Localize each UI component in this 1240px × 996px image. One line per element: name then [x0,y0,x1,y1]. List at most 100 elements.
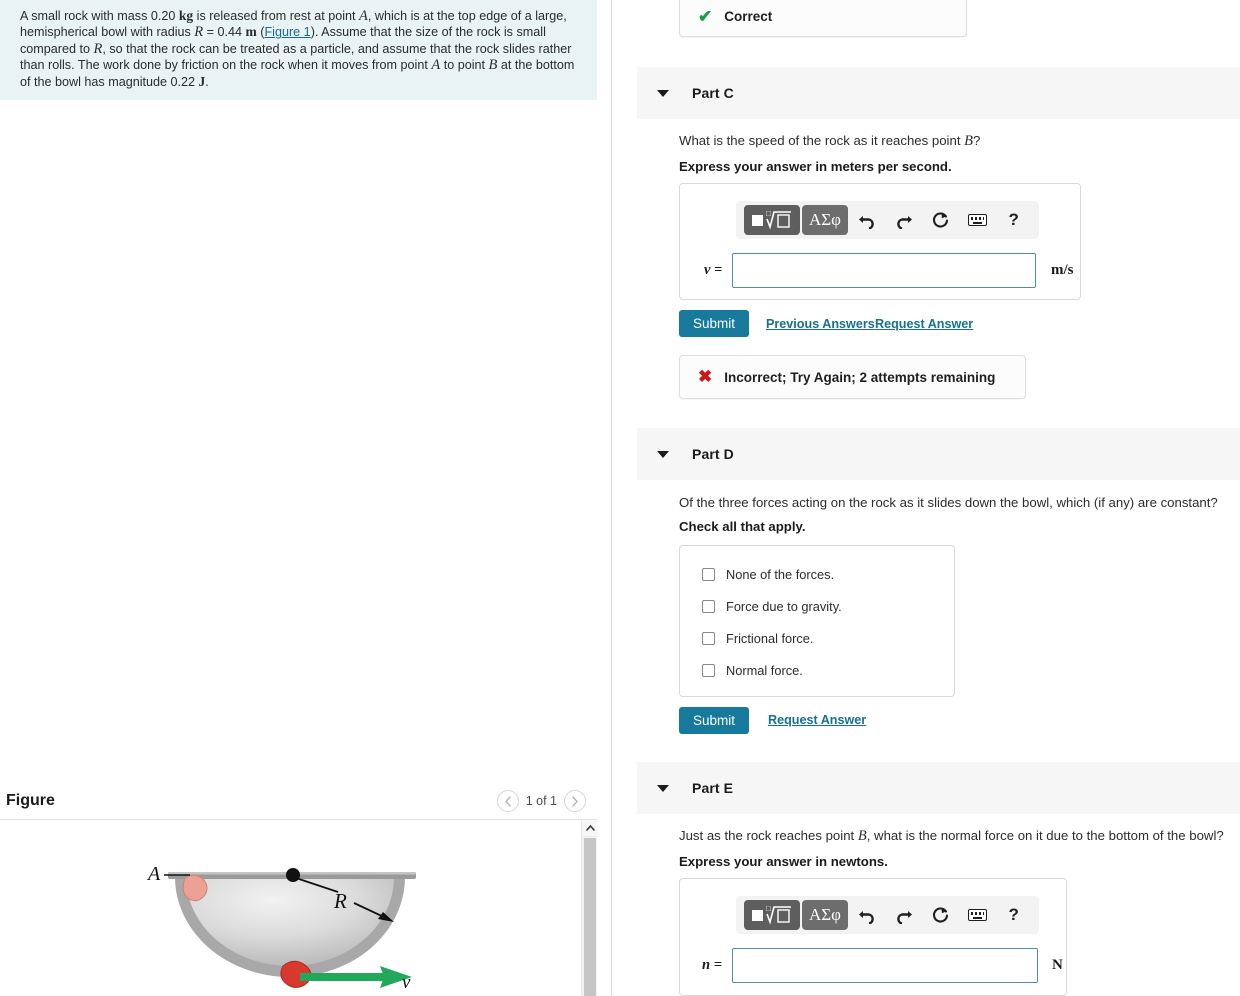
part-b-feedback: ✔ Correct [679,0,967,37]
part-c-unit-label: m/s [1051,262,1074,278]
part-c-feedback: ✖ Incorrect; Try Again; 2 attempts remai… [679,355,1026,399]
svg-text:□: □ [766,904,771,913]
part-d-label: Part D [692,446,734,462]
problem-text-segment: R [194,24,204,41]
part-c-answer-input[interactable] [732,253,1036,288]
part-d-request-answer-link[interactable]: Request Answer [768,713,866,727]
scroll-up-button[interactable] [582,820,598,837]
part-d-question: Of the three forces acting on the rock a… [679,495,1218,510]
checkbox-1[interactable] [702,567,715,581]
right-panel: ✔ Correct Part C What is the speed of th… [613,0,1240,996]
template-icon[interactable]: □ [744,900,800,930]
figure-counter: 1 of 1 [525,794,557,808]
part-e-label: Part E [692,780,734,796]
problem-text-segment: kg [178,8,194,23]
part-d-choice-list: None of the forces. Force due to gravity.… [680,546,954,686]
part-c-question: What is the speed of the rock as it reac… [679,133,981,149]
undo-icon[interactable] [850,900,885,930]
caret-down-icon [657,450,669,458]
template-glyph: □ [752,209,791,230]
part-d-choice-row[interactable]: None of the forces. [680,558,954,590]
page-root: A small rock with mass 0.20 kg is releas… [0,0,1240,996]
choice-label: Normal force. [726,662,803,678]
redo-icon[interactable] [887,900,922,930]
svg-text:A: A [146,863,161,885]
part-c-submit-button[interactable]: Submit [679,310,750,337]
part-d-submit-button[interactable]: Submit [679,707,750,734]
figure-next-button[interactable] [564,790,586,812]
part-e-instruction: Express your answer in newtons. [679,854,888,869]
part-e-header[interactable]: Part E [637,762,1240,814]
greek-symbols-button[interactable]: ΑΣφ [802,900,848,930]
undo-icon[interactable] [850,205,885,235]
svg-text:R: R [333,889,347,913]
problem-text-segment: A small rock with mass 0.20 [20,9,179,23]
caret-down-icon [657,89,669,97]
part-c-math-toolbar: □ ΑΣφ ? [736,201,1039,239]
problem-text-segment: A [359,8,368,24]
svg-text:v: v [402,972,411,993]
keyboard-icon[interactable] [960,900,995,930]
left-panel: A small rock with mass 0.20 kg is releas… [0,0,612,996]
choice-label: Force due to gravity. [726,598,842,614]
choice-label: Frictional force. [726,630,814,646]
problem-statement: A small rock with mass 0.20 kg is releas… [0,0,597,101]
part-c-label: Part C [692,85,734,101]
scrollbar-thumb[interactable] [584,838,596,996]
keyboard-icon[interactable] [960,205,995,235]
bowl-diagram: A R v [146,863,416,993]
redo-icon[interactable] [887,205,922,235]
figure-image: A R v [0,820,580,996]
part-c-instruction: Express your answer in meters per second… [679,159,952,174]
part-c-request-answer-link[interactable]: Request Answer [875,317,973,331]
chevron-up-icon [585,825,595,831]
figure-1-link[interactable]: Figure 1 [264,25,310,39]
checkbox-4[interactable] [702,663,715,677]
check-icon: ✔ [698,6,713,26]
problem-text-segment: to point [440,58,489,73]
part-e-math-toolbar: □ ΑΣφ ? [736,896,1039,934]
template-icon[interactable]: □ [744,205,800,235]
problem-text-segment: . [205,74,209,89]
checkbox-3[interactable] [702,631,715,645]
part-d-choices-box: None of the forces. Force due to gravity.… [679,545,955,697]
problem-text-segment: = 0.44 [203,25,246,40]
part-c-previous-answers-link[interactable]: Previous Answers [766,317,875,331]
reset-icon[interactable] [923,205,958,235]
figure-scrollbar[interactable] [581,820,598,996]
part-b-feedback-text: Correct [724,9,773,24]
part-d-instruction: Check all that apply. [679,519,806,534]
part-d-choice-row[interactable]: Force due to gravity. [680,590,954,622]
figure-prev-button[interactable] [496,790,519,812]
choice-label: None of the forces. [726,566,835,582]
part-d-choice-row[interactable]: Frictional force. [680,622,954,654]
chevron-right-icon [572,795,578,807]
part-c-answer-box: □ ΑΣφ ? v = m/s [679,183,1081,300]
part-c-header[interactable]: Part C [637,67,1240,119]
problem-text-segment: m [245,24,257,40]
help-icon[interactable]: ? [996,205,1031,235]
caret-down-icon [657,784,669,792]
problem-text-segment: is released from rest at point [193,9,360,23]
part-e-question: Just as the rock reaches point B, what i… [679,828,1224,844]
chevron-left-icon [504,795,511,807]
help-icon[interactable]: ? [996,900,1031,930]
figure-nav: 1 of 1 [496,782,586,820]
svg-text:□: □ [766,209,771,218]
figure-title: Figure [6,792,55,809]
part-c-feedback-text: Incorrect; Try Again; 2 attempts remaini… [724,369,996,385]
part-d-header[interactable]: Part D [637,428,1240,480]
template-glyph: □ [752,904,791,925]
figure-header: Figure 1 of 1 [0,782,597,820]
part-c-variable-label: v = [704,262,723,278]
part-e-answer-box: □ ΑΣφ ? n = N [679,878,1067,996]
problem-text-segment: A [431,57,441,74]
part-e-unit-label: N [1052,957,1063,973]
greek-symbols-button[interactable]: ΑΣφ [802,205,848,235]
checkbox-2[interactable] [702,599,715,613]
part-d-choice-row[interactable]: Normal force. [680,654,954,686]
x-icon: ✖ [698,367,713,386]
part-e-variable-label: n = [702,957,722,973]
part-e-answer-input[interactable] [732,948,1038,983]
reset-icon[interactable] [923,900,958,930]
